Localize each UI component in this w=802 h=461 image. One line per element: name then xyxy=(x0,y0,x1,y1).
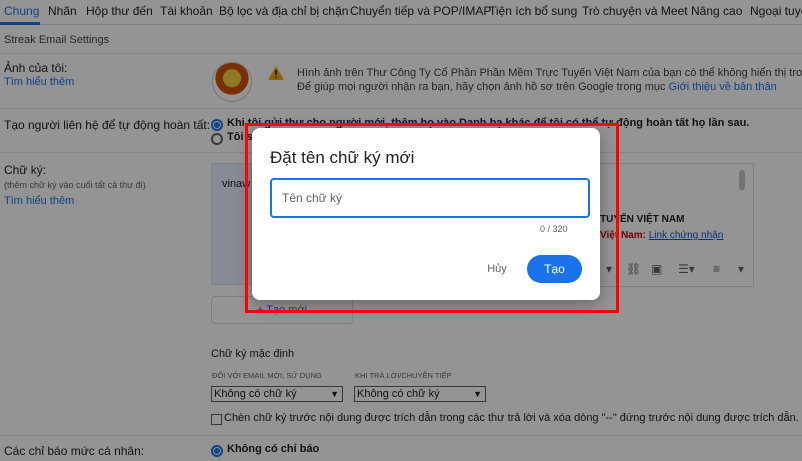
highlight-box xyxy=(245,123,619,313)
